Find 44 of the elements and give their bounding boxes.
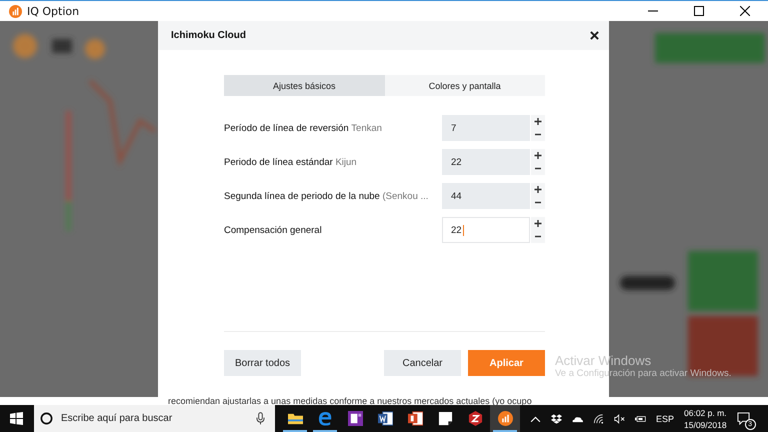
setting-label: Período de línea de reversión Tenkan (224, 122, 383, 134)
z-logo-icon (468, 411, 482, 426)
minus-icon[interactable] (531, 196, 545, 209)
app-logo-icon (498, 411, 512, 426)
presentation-icon (408, 411, 422, 426)
number-field[interactable]: 22 (442, 149, 530, 175)
plus-icon[interactable] (531, 115, 545, 128)
circle-icon (40, 412, 53, 425)
clock-time[interactable]: 06:02 p. m. (684, 408, 727, 418)
tab[interactable]: Colores y pantalla (384, 75, 545, 96)
number-field[interactable]: 22 (442, 217, 530, 243)
secondary-button[interactable]: Borrar todos (224, 350, 301, 376)
minus-icon[interactable] (531, 230, 545, 243)
notebook-icon (348, 411, 362, 426)
tab[interactable]: Ajustes básicos (224, 75, 384, 96)
browser-e-icon (318, 411, 332, 426)
search-field[interactable]: Escribe aquí para buscar (34, 405, 275, 432)
language-indicator[interactable]: ESP (656, 414, 674, 424)
secondary-button[interactable]: Cancelar (384, 350, 461, 376)
window-title: IQ Option (27, 4, 80, 18)
notification-icon[interactable] (736, 412, 750, 424)
microphone-icon[interactable] (256, 412, 265, 425)
folder-icon (288, 411, 302, 426)
document-icon (378, 411, 392, 426)
number-field[interactable]: 44 (442, 183, 530, 209)
muted-speaker-icon[interactable] (614, 414, 625, 424)
app-logo-icon (9, 4, 22, 18)
wifi-icon[interactable] (593, 414, 604, 424)
number-field[interactable]: 7 (442, 115, 530, 141)
close-icon[interactable] (590, 31, 599, 40)
setting-label: Segunda línea de periodo de la nube (Senkou ... (224, 190, 430, 202)
setting-label: Periodo de línea estándar Kijun (224, 156, 358, 168)
dropbox-icon[interactable] (551, 414, 562, 424)
plus-icon[interactable] (531, 149, 545, 162)
setting-label: Compensación general (224, 224, 323, 236)
taskbar-app[interactable] (490, 405, 520, 432)
minus-icon[interactable] (531, 162, 545, 175)
minus-icon[interactable] (531, 128, 545, 141)
dialog-title: Ichimoku Cloud (171, 30, 246, 41)
battery-icon[interactable] (635, 414, 646, 424)
note-icon (438, 411, 452, 426)
plus-icon[interactable] (531, 217, 545, 230)
clock-date[interactable]: 15/09/2018 (684, 420, 727, 430)
plus-icon[interactable] (531, 183, 545, 196)
